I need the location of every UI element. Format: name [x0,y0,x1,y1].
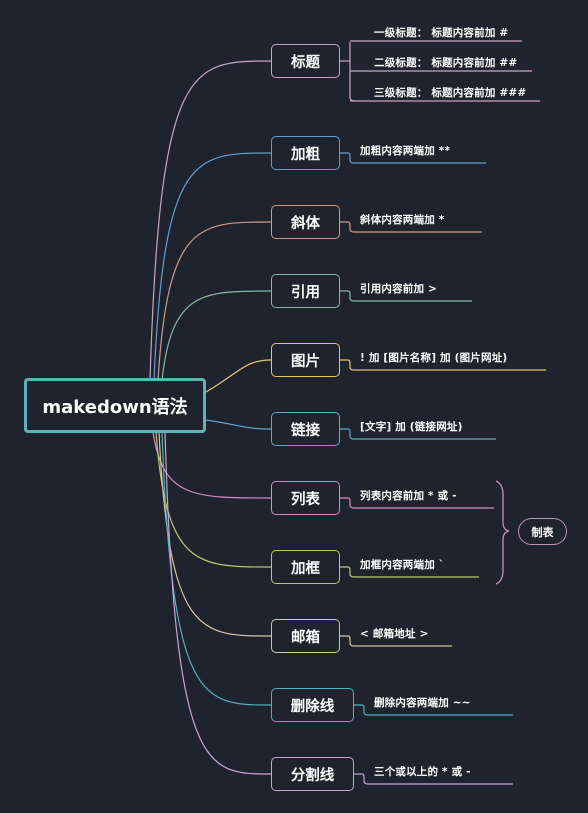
topic-box[interactable]: 加框 [271,550,340,584]
root-topic[interactable]: makedown语法 [24,378,206,433]
topic-hr[interactable]: 分割线 [271,757,354,791]
leaf-box[interactable]: 加框内容两端加 ` [360,557,444,572]
connector-hr [164,431,272,775]
connector-image [205,359,272,393]
leaf-heading-2[interactable]: 二级标题： 标题内容前加 ## [374,55,517,70]
connector-bold [153,152,272,381]
topic-heading[interactable]: 标题 [271,44,340,78]
leaf-hr[interactable]: 三个或以上的 * 或 - [374,764,471,779]
topic-strike[interactable]: 删除线 [271,688,354,722]
connector-heading [149,60,272,381]
summary-brace [495,480,510,585]
topic-italic[interactable]: 斜体 [271,205,340,239]
connector-box [155,431,272,568]
leaf-list[interactable]: 列表内容前加 * 或 - [360,488,457,503]
topic-bold[interactable]: 加粗 [271,136,340,170]
connector-link [205,419,272,430]
leaf-heading-3[interactable]: 三级标题： 标题内容前加 ### [374,85,526,100]
leaf-link[interactable]: [文字] 加 (链接网址) [360,419,463,434]
leaf-image[interactable]: ! 加 [图片名称] 加 (图片网址) [360,350,507,365]
topic-list[interactable]: 列表 [271,481,340,515]
leaf-italic[interactable]: 斜体内容两端加 * [360,212,444,227]
connector-quote [161,290,272,381]
topic-quote[interactable]: 引用 [271,274,340,308]
connector-strike [161,431,272,706]
leaf-bold[interactable]: 加粗内容两端加 ** [360,143,450,158]
topic-image[interactable]: 图片 [271,343,340,377]
connector-italic [157,221,272,381]
summary-node-table[interactable]: 制表 [518,518,567,545]
leaf-email[interactable]: < 邮箱地址 > [360,626,429,641]
leaf-heading-1[interactable]: 一级标题： 标题内容前加 # [374,25,508,40]
topic-email[interactable]: 邮箱 [271,619,340,653]
topic-link[interactable]: 链接 [271,412,340,446]
leaf-quote[interactable]: 引用内容前加 > [360,281,437,296]
leaf-strike[interactable]: 删除内容两端加 ~~ [374,695,471,710]
connector-list [152,431,272,499]
